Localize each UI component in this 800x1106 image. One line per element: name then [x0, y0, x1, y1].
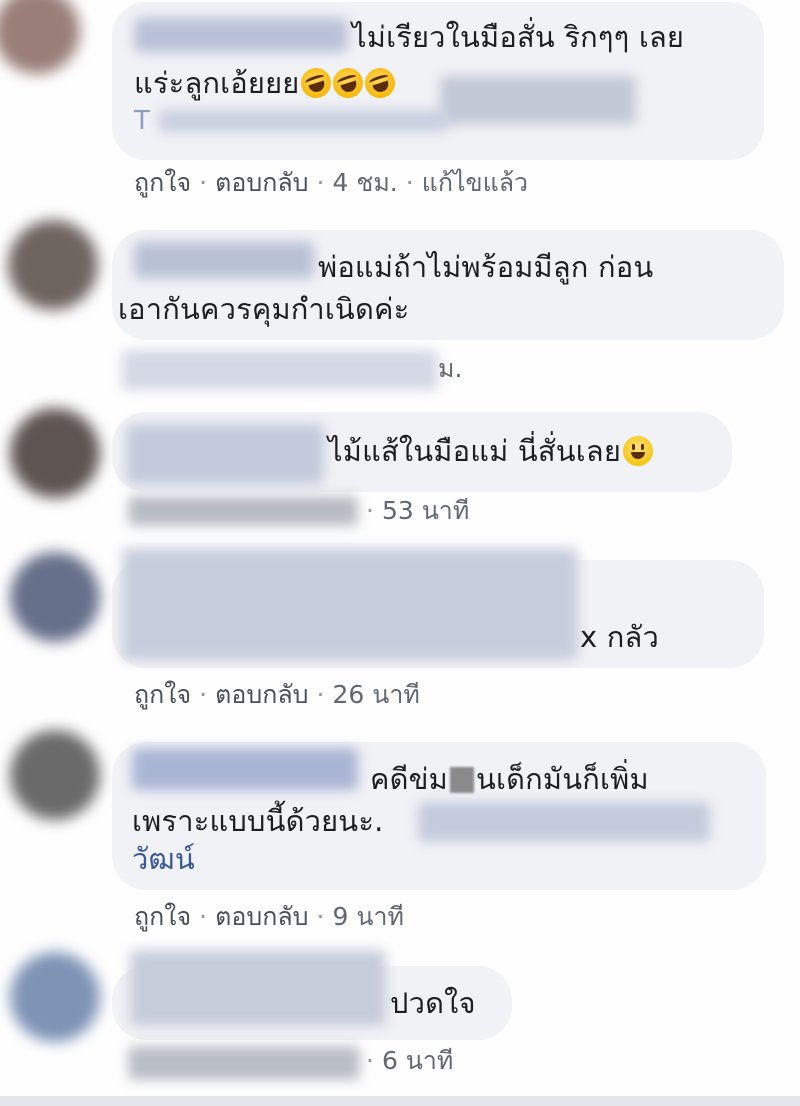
- comment-actions: ถูกใจ · ตอบกลับ · 26 นาที: [134, 680, 420, 709]
- comment-text: แร่ะลูกเอ้ยยย: [134, 62, 400, 104]
- comment-text: ไม่เรียวในมือสั่น ริกๆๆ เลย: [352, 20, 685, 54]
- rolling-on-floor-laughing-icon: [329, 64, 368, 102]
- like-button[interactable]: ถูกใจ: [134, 168, 191, 197]
- avatar[interactable]: [8, 220, 98, 310]
- comment-actions-blurred: [122, 350, 438, 390]
- avatar[interactable]: [10, 952, 100, 1042]
- comment-text-line: ไม้แส้ในมือแม่ นี่สั่นเลย: [328, 434, 622, 468]
- comment-actions-blurred: [128, 496, 358, 526]
- like-button[interactable]: ถูกใจ: [134, 680, 191, 709]
- commenter-name[interactable]: [130, 950, 386, 1026]
- timestamp[interactable]: ม.: [438, 352, 462, 386]
- rolling-on-floor-laughing-icon: [361, 64, 400, 102]
- smiling-face-icon: [623, 436, 654, 466]
- mention-blurred: [418, 802, 710, 842]
- mention-blurred: [158, 110, 448, 132]
- mention-link[interactable]: T: [134, 100, 150, 142]
- comment-text: เพราะแบบนี้ด้วยนะ.: [132, 804, 384, 838]
- avatar[interactable]: [10, 552, 100, 642]
- timestamp[interactable]: · 6 นาที: [366, 1044, 453, 1078]
- timestamp[interactable]: · 53 นาที: [366, 494, 469, 528]
- avatar[interactable]: [0, 0, 80, 74]
- rolling-on-floor-laughing-icon: [297, 64, 336, 102]
- timestamp[interactable]: 9 นาที: [333, 902, 404, 931]
- avatar[interactable]: [10, 408, 100, 498]
- comment-actions-blurred: [128, 1046, 360, 1080]
- comment-text: ปวดใจ: [390, 986, 476, 1020]
- edited-label[interactable]: แก้ไขแล้ว: [422, 168, 528, 197]
- bottom-divider: [0, 1096, 800, 1106]
- comment-actions: ถูกใจ · ตอบกลับ · 9 นาที: [134, 902, 404, 931]
- reply-button[interactable]: ตอบกลับ: [215, 680, 308, 709]
- redaction-box: [449, 767, 474, 793]
- reply-button[interactable]: ตอบกลับ: [215, 168, 308, 197]
- timestamp[interactable]: 4 ชม.: [333, 168, 398, 197]
- mention-link[interactable]: วัฒน์: [132, 838, 195, 880]
- comment-thread: ไม่เรียวในมือสั่น ริกๆๆ เลย แร่ะลูกเอ้ยย…: [0, 0, 800, 1106]
- comment-text: เอากันควรคุมกำเนิดค่ะ: [118, 292, 410, 326]
- commenter-name[interactable]: [126, 424, 324, 484]
- commenter-name[interactable]: [134, 18, 348, 52]
- comment-text: พ่อแม่ถ้าไม่พร้อมมีลูก ก่อน: [318, 250, 654, 284]
- comment-text-blurred: [122, 548, 578, 660]
- like-button[interactable]: ถูกใจ: [134, 902, 191, 931]
- commenter-name[interactable]: [134, 242, 314, 278]
- comment-text-line: แร่ะลูกเอ้ยยย: [134, 66, 300, 100]
- reply-button[interactable]: ตอบกลับ: [215, 902, 308, 931]
- comment-actions: ถูกใจ · ตอบกลับ · 4 ชม. · แก้ไขแล้ว: [134, 168, 529, 197]
- comment-text: คดีข่ม นเด็กมันก็เพิ่ม: [370, 762, 649, 796]
- timestamp[interactable]: 26 นาที: [333, 680, 420, 709]
- comment-text: x กลัว: [580, 620, 659, 654]
- mention-blurred: [440, 76, 636, 124]
- comment-text: ไม้แส้ในมือแม่ นี่สั่นเลย: [328, 430, 654, 472]
- avatar[interactable]: [10, 730, 100, 820]
- commenter-name[interactable]: [132, 748, 358, 790]
